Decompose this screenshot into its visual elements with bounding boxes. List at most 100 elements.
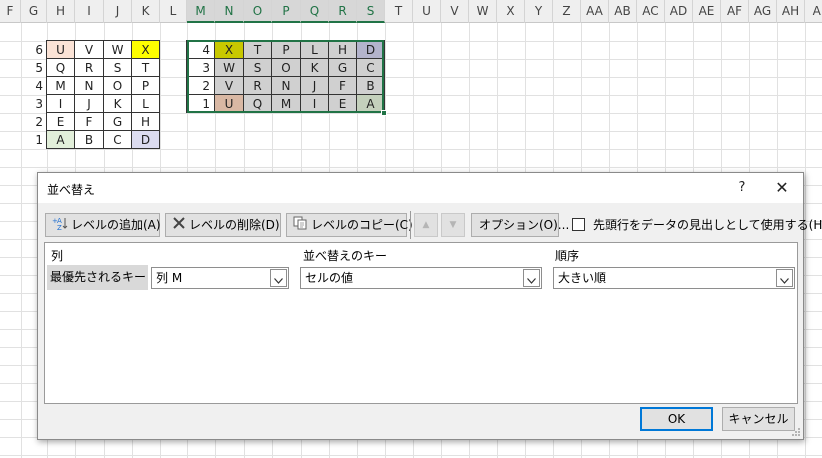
- column-header-z[interactable]: Z: [553, 0, 581, 23]
- table-cell[interactable]: B: [356, 76, 385, 95]
- table-cell[interactable]: G: [328, 58, 357, 77]
- table-cell[interactable]: H: [328, 40, 357, 59]
- chevron-down-icon[interactable]: [523, 269, 540, 287]
- column-header-ad[interactable]: AD: [665, 0, 693, 23]
- table-cell[interactable]: C: [356, 58, 385, 77]
- column-header-af[interactable]: AF: [721, 0, 749, 23]
- order-select[interactable]: 大きい順: [553, 267, 795, 289]
- column-header-n[interactable]: N: [215, 0, 244, 23]
- table-cell[interactable]: W: [103, 40, 132, 59]
- table-cell[interactable]: Q: [46, 58, 75, 77]
- table-cell[interactable]: X: [214, 40, 244, 59]
- column-header-x[interactable]: X: [497, 0, 525, 23]
- row-number-cell[interactable]: 2: [21, 113, 47, 131]
- table-cell[interactable]: M: [271, 94, 301, 113]
- column-header-ac[interactable]: AC: [637, 0, 665, 23]
- column-header-w[interactable]: W: [469, 0, 497, 23]
- table-cell[interactable]: J: [74, 94, 104, 113]
- column-header-i[interactable]: I: [75, 0, 104, 23]
- table-cell[interactable]: K: [300, 58, 329, 77]
- move-down-button[interactable]: ▼: [441, 213, 465, 237]
- table-cell[interactable]: N: [271, 76, 301, 95]
- table-cell[interactable]: R: [74, 58, 104, 77]
- table-cell[interactable]: R: [243, 76, 272, 95]
- header-row-checkbox[interactable]: [572, 218, 585, 231]
- table-cell[interactable]: 2: [186, 76, 215, 95]
- column-header-r[interactable]: R: [329, 0, 357, 23]
- help-button[interactable]: ?: [732, 178, 752, 198]
- table-cell[interactable]: L: [300, 40, 329, 59]
- row-number-cell[interactable]: 5: [21, 59, 47, 77]
- column-header-s[interactable]: S: [357, 0, 385, 23]
- chevron-down-icon[interactable]: [776, 269, 793, 287]
- table-cell[interactable]: 3: [186, 58, 215, 77]
- row-number-cell[interactable]: 6: [21, 41, 47, 59]
- table-cell[interactable]: X: [131, 40, 160, 59]
- table-cell[interactable]: V: [74, 40, 104, 59]
- column-header-aa[interactable]: AA: [581, 0, 609, 23]
- column-header-t[interactable]: T: [385, 0, 413, 23]
- column-header-p[interactable]: P: [272, 0, 301, 23]
- row-number-cell[interactable]: 4: [21, 77, 47, 95]
- sort-column-select[interactable]: 列 M: [151, 267, 289, 289]
- table-cell[interactable]: F: [328, 76, 357, 95]
- delete-level-button[interactable]: レベルの削除(D): [165, 213, 281, 237]
- column-header-y[interactable]: Y: [525, 0, 553, 23]
- column-header-ah[interactable]: AH: [777, 0, 805, 23]
- table-cell[interactable]: K: [103, 94, 132, 113]
- table-cell[interactable]: W: [214, 58, 244, 77]
- table-cell[interactable]: S: [103, 58, 132, 77]
- copy-level-button[interactable]: レベルのコピー(C): [286, 213, 413, 237]
- column-header-g[interactable]: G: [21, 0, 47, 23]
- table-cell[interactable]: D: [356, 40, 385, 59]
- column-header-f[interactable]: F: [0, 0, 21, 23]
- table-cell[interactable]: A: [46, 130, 75, 149]
- column-header-v[interactable]: V: [441, 0, 469, 23]
- column-header-l[interactable]: L: [160, 0, 187, 23]
- table-cell[interactable]: I: [46, 94, 75, 113]
- options-button[interactable]: オプション(O)...: [471, 213, 569, 237]
- column-header-ai[interactable]: AI: [805, 0, 822, 23]
- table-cell[interactable]: G: [103, 112, 132, 131]
- table-cell[interactable]: F: [74, 112, 104, 131]
- table-cell[interactable]: L: [131, 94, 160, 113]
- column-header-o[interactable]: O: [244, 0, 272, 23]
- table-cell[interactable]: B: [74, 130, 104, 149]
- table-cell[interactable]: N: [74, 76, 104, 95]
- table-cell[interactable]: E: [46, 112, 75, 131]
- column-header-k[interactable]: K: [132, 0, 160, 23]
- table-cell[interactable]: 4: [186, 40, 215, 59]
- column-header-u[interactable]: U: [413, 0, 441, 23]
- table-cell[interactable]: V: [214, 76, 244, 95]
- table-cell[interactable]: E: [328, 94, 357, 113]
- sort-on-select[interactable]: セルの値: [300, 267, 542, 289]
- fill-handle[interactable]: [381, 110, 387, 116]
- table-cell[interactable]: H: [131, 112, 160, 131]
- resize-grip-icon[interactable]: [791, 427, 801, 437]
- column-header-h[interactable]: H: [47, 0, 75, 23]
- column-header-ae[interactable]: AE: [693, 0, 721, 23]
- table-cell[interactable]: C: [103, 130, 132, 149]
- table-cell[interactable]: P: [131, 76, 160, 95]
- move-up-button[interactable]: ▲: [414, 213, 438, 237]
- chevron-down-icon[interactable]: [270, 269, 287, 287]
- column-header-m[interactable]: M: [187, 0, 215, 23]
- cancel-button[interactable]: キャンセル: [722, 407, 795, 431]
- table-cell[interactable]: U: [46, 40, 75, 59]
- column-header-ab[interactable]: AB: [609, 0, 637, 23]
- table-cell[interactable]: 1: [186, 94, 215, 113]
- close-button[interactable]: ✕: [771, 177, 793, 199]
- table-cell[interactable]: T: [243, 40, 272, 59]
- table-cell[interactable]: S: [243, 58, 272, 77]
- table-cell[interactable]: I: [300, 94, 329, 113]
- table-cell[interactable]: U: [214, 94, 244, 113]
- column-header-q[interactable]: Q: [301, 0, 329, 23]
- table-cell[interactable]: J: [300, 76, 329, 95]
- table-cell[interactable]: O: [271, 58, 301, 77]
- row-number-cell[interactable]: 1: [21, 131, 47, 149]
- table-cell[interactable]: T: [131, 58, 160, 77]
- table-cell[interactable]: P: [271, 40, 301, 59]
- table-cell[interactable]: D: [131, 130, 160, 149]
- table-cell[interactable]: Q: [243, 94, 272, 113]
- table-cell[interactable]: O: [103, 76, 132, 95]
